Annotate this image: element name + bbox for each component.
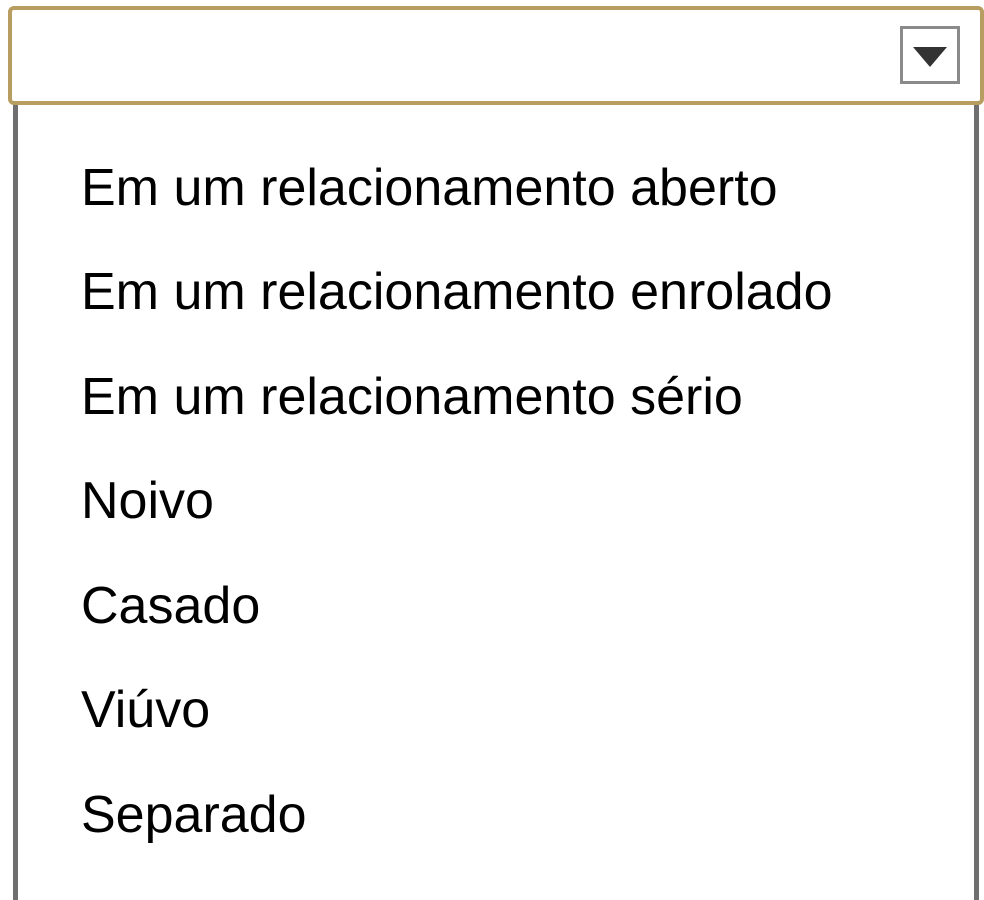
options-list: Em um relacionamento aberto Em um relaci…	[13, 100, 979, 900]
option-casado[interactable]: Casado	[81, 571, 260, 641]
option-em-um-relacionamento-enrolado[interactable]: Em um relacionamento enrolado	[81, 257, 833, 327]
option-viuvo[interactable]: Viúvo	[81, 675, 210, 745]
option-noivo[interactable]: Noivo	[81, 466, 214, 536]
option-em-um-relacionamento-serio[interactable]: Em um relacionamento sério	[81, 362, 743, 432]
option-em-um-relacionamento-aberto[interactable]: Em um relacionamento aberto	[81, 153, 778, 223]
dropdown-toggle-button[interactable]	[900, 26, 960, 84]
option-separado[interactable]: Separado	[81, 780, 307, 850]
triangle-down-icon	[913, 47, 947, 67]
marital-status-select[interactable]	[8, 6, 984, 105]
